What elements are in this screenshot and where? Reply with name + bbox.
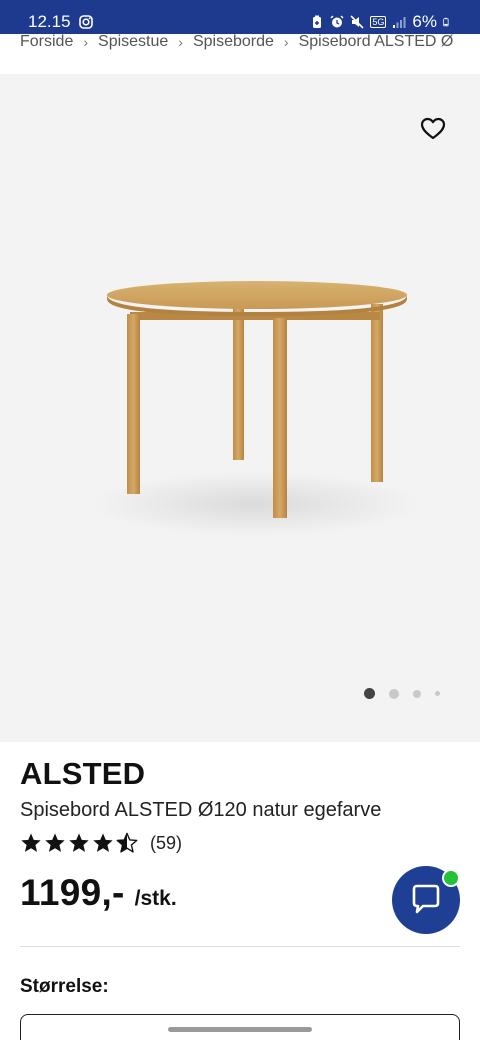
breadcrumb-separator: ›	[178, 34, 183, 50]
instagram-icon	[78, 15, 93, 29]
star-full-icon	[45, 833, 65, 852]
gallery-dot-active[interactable]	[364, 688, 375, 699]
star-full-icon	[69, 833, 89, 852]
status-left: 12.15	[28, 12, 93, 32]
chat-online-indicator	[442, 869, 460, 887]
breadcrumb-separator: ›	[283, 34, 289, 50]
signal-icon	[393, 17, 406, 28]
battery-percent: 6%	[412, 12, 437, 31]
chat-bubble-icon	[412, 884, 440, 914]
price-unit: /stk.	[134, 887, 177, 910]
breadcrumb-item-current[interactable]: Spisebord ALSTED Ø	[299, 34, 454, 51]
alarm-icon	[330, 15, 344, 28]
battery-saver-icon	[313, 15, 322, 28]
product-price: 1199,-	[20, 872, 125, 913]
star-full-icon	[21, 833, 41, 852]
product-title: Spisebord ALSTED Ø120 natur egefarve	[20, 799, 382, 821]
star-full-icon	[93, 833, 113, 852]
product-rating[interactable]: (59)	[20, 832, 182, 854]
gallery-dot[interactable]	[435, 691, 440, 696]
mute-icon	[350, 15, 364, 29]
price-row: 1199,- /stk.	[20, 872, 177, 914]
breadcrumb-item-spisestue[interactable]: Spisestue	[98, 34, 168, 51]
star-half-icon	[116, 832, 138, 853]
product-gallery[interactable]	[0, 74, 480, 742]
home-indicator[interactable]	[168, 1027, 312, 1032]
product-brand: ALSTED	[20, 756, 146, 791]
product-image	[90, 281, 420, 534]
status-right: 5G 6%	[310, 12, 452, 32]
gallery-dot[interactable]	[389, 688, 399, 699]
divider	[20, 946, 460, 947]
heart-icon	[420, 117, 446, 140]
network-type: 5G	[370, 16, 387, 28]
breadcrumb-separator: ›	[83, 34, 89, 50]
breadcrumb-item-spiseborde[interactable]: Spiseborde	[193, 34, 274, 51]
breadcrumb-item-forside[interactable]: Forside	[20, 34, 73, 51]
status-time: 12.15	[28, 12, 71, 31]
breadcrumb: Forside › Spisestue › Spiseborde › Spise…	[0, 34, 480, 74]
rating-count[interactable]: (59)	[150, 833, 182, 854]
size-label: Størrelse:	[20, 976, 109, 997]
favorite-button[interactable]	[418, 114, 448, 144]
gallery-pagination	[364, 688, 440, 699]
gallery-dot[interactable]	[413, 689, 421, 698]
battery-icon	[443, 17, 449, 27]
